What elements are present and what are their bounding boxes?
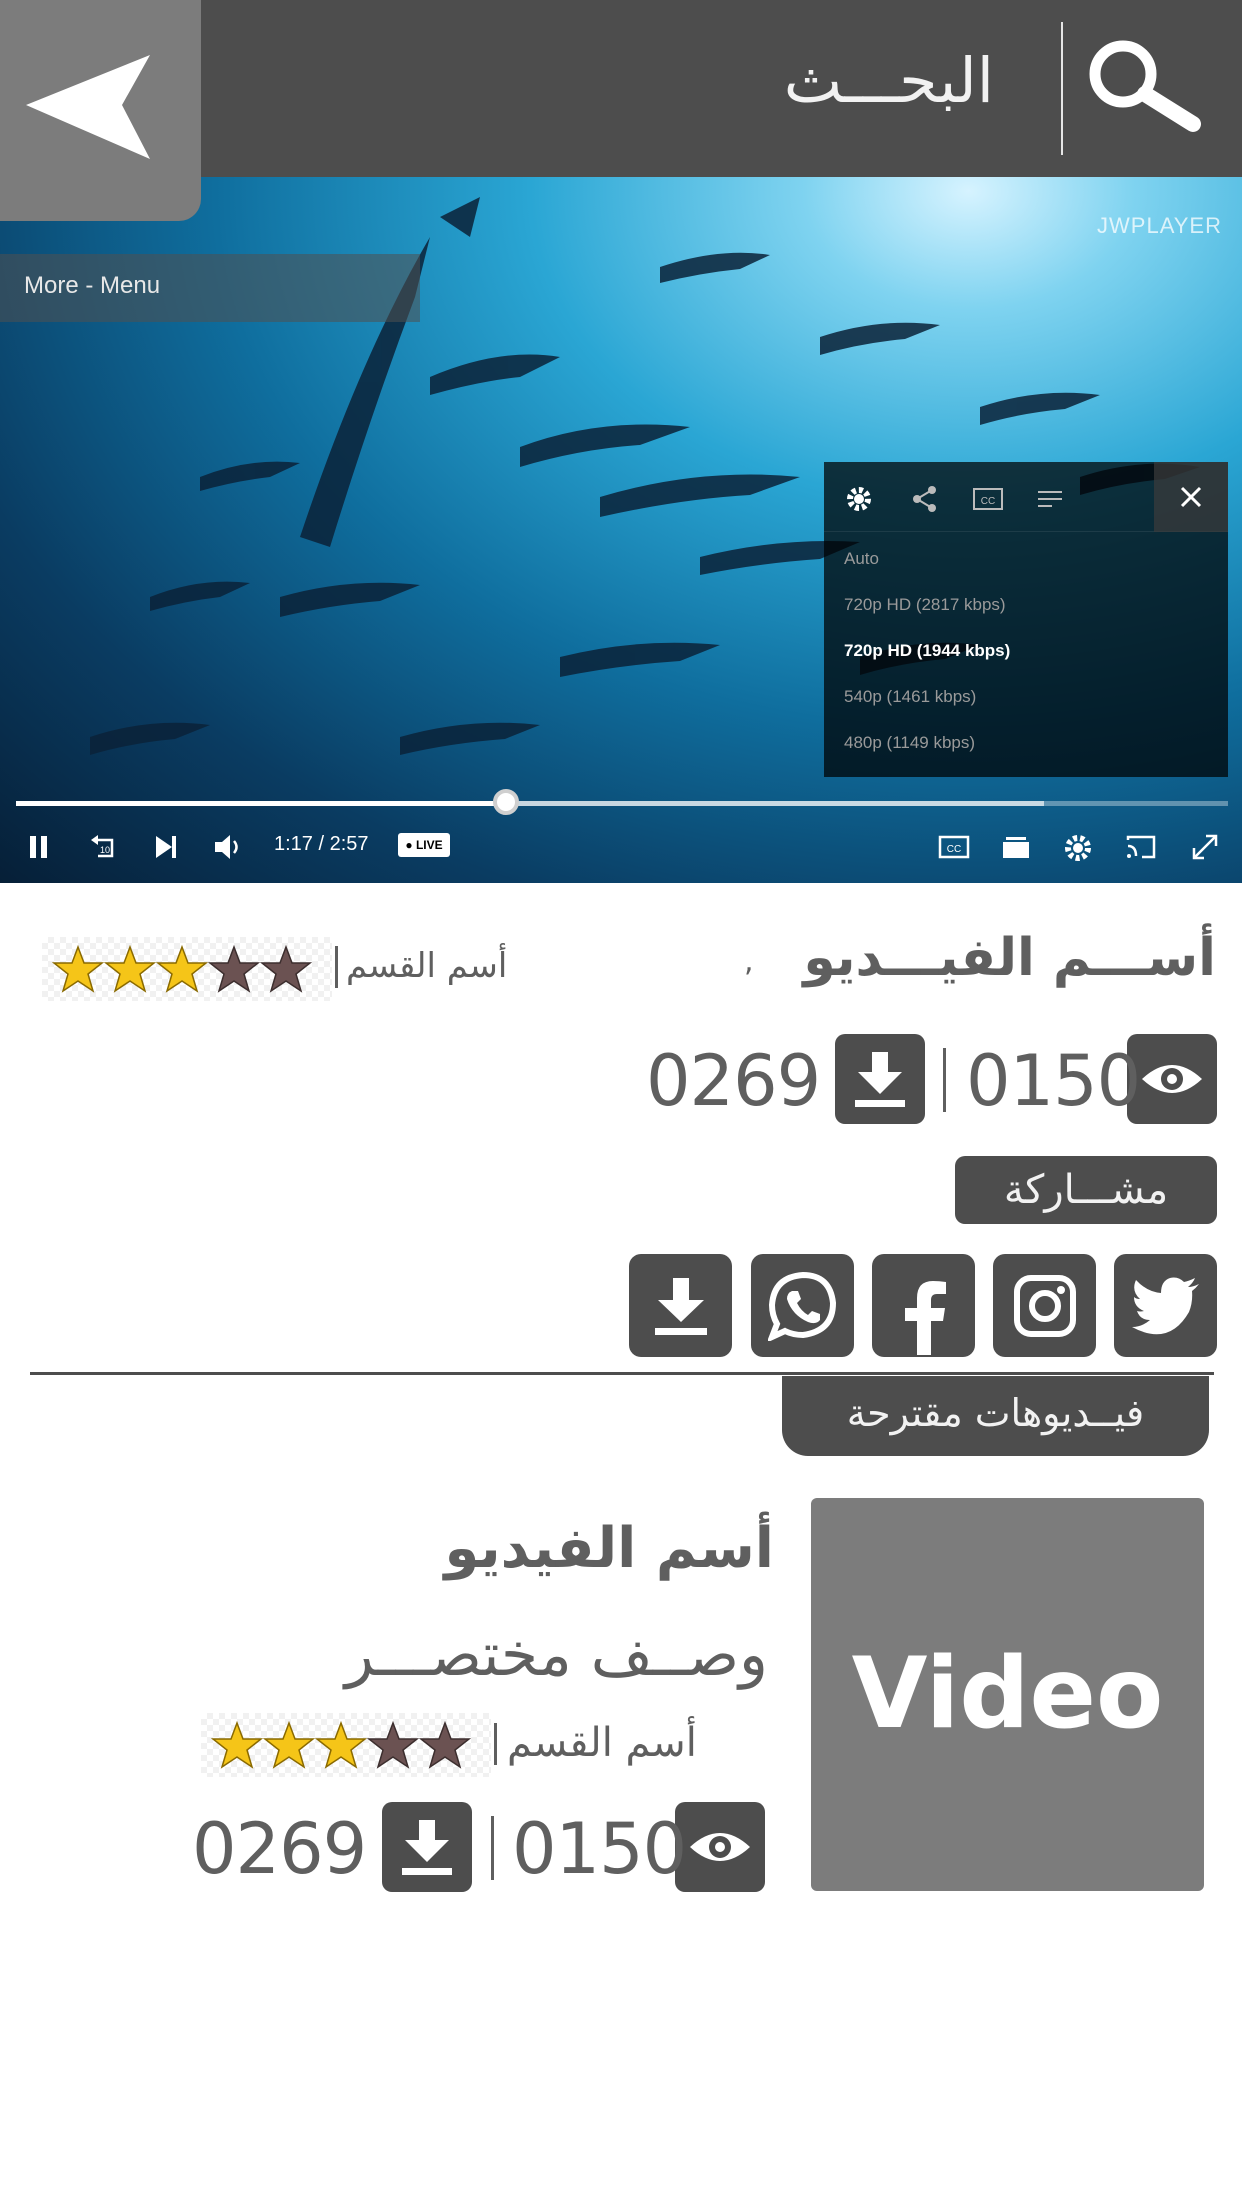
pause-icon[interactable] bbox=[26, 832, 52, 862]
star-filled-icon bbox=[104, 945, 156, 993]
share-label: مشـــاركة bbox=[955, 1156, 1217, 1224]
share-instagram-button[interactable] bbox=[993, 1254, 1096, 1357]
gear-icon[interactable] bbox=[844, 484, 874, 514]
suggested-videos-heading: فيــديوهات مقترحة bbox=[782, 1376, 1209, 1456]
close-icon bbox=[1180, 486, 1202, 508]
suggested-video-title[interactable]: أسم الفيديو bbox=[444, 1516, 774, 1581]
video-thumbnail[interactable]: Video bbox=[811, 1498, 1204, 1891]
quality-list: Auto 720p HD (2817 kbps) 720p HD (1944 k… bbox=[824, 532, 1228, 766]
share-download-button[interactable] bbox=[629, 1254, 732, 1357]
star-filled-icon bbox=[156, 945, 208, 993]
share-whatsapp-button[interactable] bbox=[751, 1254, 854, 1357]
twitter-icon bbox=[1131, 1277, 1199, 1334]
views-count: 0150 bbox=[966, 1040, 1141, 1122]
video-player[interactable]: JWPLAYER More - Menu CC Auto 720p HD (28… bbox=[0, 177, 1242, 883]
seek-handle[interactable] bbox=[492, 789, 519, 815]
quality-option-auto[interactable]: Auto bbox=[824, 536, 1228, 582]
star-filled-icon bbox=[211, 1721, 263, 1769]
star-rating bbox=[42, 937, 332, 1001]
star-empty-icon bbox=[208, 945, 260, 993]
back-button[interactable] bbox=[0, 0, 201, 221]
quality-option-540p[interactable]: 540p (1461 kbps) bbox=[824, 674, 1228, 720]
stats-separator bbox=[491, 1816, 494, 1880]
eye-icon bbox=[690, 1833, 750, 1861]
download-button[interactable] bbox=[382, 1802, 472, 1892]
downloads-count: 0269 bbox=[192, 1808, 367, 1890]
seek-bar[interactable] bbox=[16, 801, 1228, 806]
more-menu-bar[interactable]: More - Menu bbox=[0, 254, 420, 322]
time-display: 1:17 / 2:57 bbox=[274, 833, 369, 855]
back-arrow-icon bbox=[26, 55, 150, 159]
playlist-icon[interactable] bbox=[1036, 484, 1068, 514]
star-empty-icon bbox=[419, 1721, 471, 1769]
star-filled-icon bbox=[263, 1721, 315, 1769]
svg-text:10: 10 bbox=[100, 845, 110, 855]
star-empty-icon bbox=[367, 1721, 419, 1769]
captions-icon[interactable]: CC bbox=[938, 832, 970, 862]
live-badge[interactable]: ● LIVE bbox=[398, 833, 450, 857]
close-button[interactable] bbox=[1154, 462, 1228, 532]
settings-tabs: CC bbox=[824, 462, 1228, 532]
rewind-10-icon[interactable]: 10 bbox=[88, 832, 120, 864]
category-name[interactable]: أسم القسم bbox=[346, 946, 507, 986]
share-facebook-button[interactable] bbox=[872, 1254, 975, 1357]
share-icon[interactable] bbox=[910, 484, 940, 514]
svg-text:CC: CC bbox=[947, 844, 961, 855]
video-title: أســـم الفيـــديو bbox=[803, 928, 1216, 988]
whatsapp-icon bbox=[767, 1271, 836, 1341]
quality-option-720p-1944[interactable]: 720p HD (1944 kbps) bbox=[824, 628, 1228, 674]
quality-option-720p-2817[interactable]: 720p HD (2817 kbps) bbox=[824, 582, 1228, 628]
seek-progress bbox=[16, 801, 506, 806]
next-icon[interactable] bbox=[152, 832, 180, 862]
star-filled-icon bbox=[52, 945, 104, 993]
instagram-icon bbox=[1013, 1274, 1076, 1337]
svg-text:CC: CC bbox=[981, 496, 995, 507]
title-separator: , bbox=[744, 944, 754, 979]
views-count: 0150 bbox=[512, 1808, 687, 1890]
downloads-count: 0269 bbox=[646, 1040, 821, 1122]
playlist-icon[interactable] bbox=[1000, 832, 1032, 862]
category-separator bbox=[494, 1723, 497, 1765]
search-title[interactable]: البحـــث bbox=[784, 44, 994, 117]
captions-icon[interactable]: CC bbox=[972, 484, 1004, 514]
download-icon bbox=[402, 1820, 452, 1875]
star-rating bbox=[201, 1713, 491, 1777]
download-icon bbox=[855, 1052, 905, 1107]
eye-icon bbox=[1142, 1065, 1202, 1093]
star-filled-icon bbox=[315, 1721, 367, 1769]
stats-separator bbox=[943, 1048, 946, 1112]
volume-icon[interactable] bbox=[212, 832, 246, 862]
views-badge bbox=[675, 1802, 765, 1892]
category-separator bbox=[335, 946, 338, 988]
search-icon[interactable] bbox=[1085, 36, 1205, 136]
star-empty-icon bbox=[260, 945, 312, 993]
download-button[interactable] bbox=[835, 1034, 925, 1124]
fullscreen-icon[interactable] bbox=[1190, 832, 1220, 862]
suggested-video-description: وصــف مختصـــر bbox=[344, 1620, 768, 1690]
views-badge bbox=[1127, 1034, 1217, 1124]
suggested-category-name[interactable]: أسم القسم bbox=[507, 1720, 697, 1766]
quality-option-480p[interactable]: 480p (1149 kbps) bbox=[824, 720, 1228, 766]
jwplayer-logo: JWPLAYER bbox=[1097, 213, 1222, 238]
download-icon bbox=[654, 1277, 707, 1335]
header-divider bbox=[1061, 22, 1063, 155]
cast-icon[interactable] bbox=[1124, 832, 1158, 862]
settings-panel: CC Auto 720p HD (2817 kbps) 720p HD (194… bbox=[824, 462, 1228, 777]
settings-gear-icon[interactable] bbox=[1062, 832, 1094, 864]
section-divider bbox=[30, 1372, 1214, 1375]
share-twitter-button[interactable] bbox=[1114, 1254, 1217, 1357]
facebook-icon bbox=[904, 1280, 946, 1355]
